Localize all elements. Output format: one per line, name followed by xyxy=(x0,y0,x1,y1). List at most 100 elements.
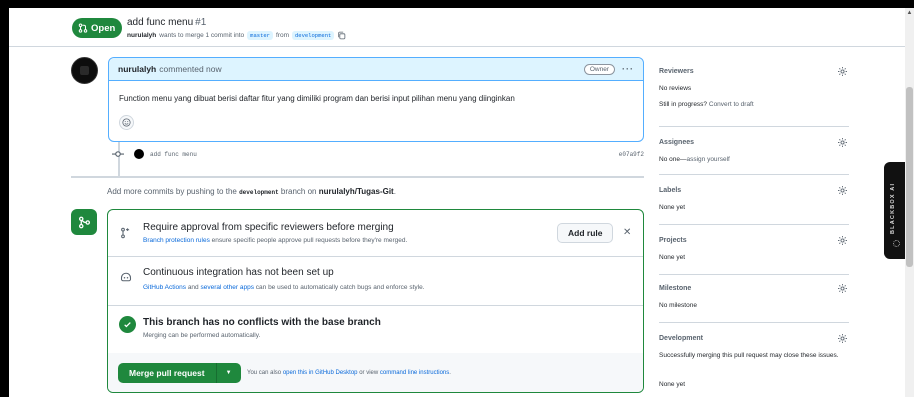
sidebar-divider xyxy=(659,126,849,127)
sidebar-labels: Labels None yet xyxy=(659,185,849,227)
footer-prefix: You can also xyxy=(247,370,282,376)
base-branch-label[interactable]: master xyxy=(247,31,273,40)
projects-value: None yet xyxy=(659,254,686,261)
other-apps-link[interactable]: several other apps xyxy=(200,284,253,291)
milestone-value: No milestone xyxy=(659,302,697,309)
pr-comment: nurulalyh commented now Owner ··· Functi… xyxy=(108,57,644,142)
footer-suffix: . xyxy=(449,370,451,376)
sidebar-divider xyxy=(659,274,849,275)
push-note-suffix: . xyxy=(393,187,396,196)
pr-author-link[interactable]: nurulalyh xyxy=(127,32,156,39)
pr-subtitle: nurulalyh wants to merge 1 commit into m… xyxy=(127,31,346,40)
branch-protection-icon xyxy=(121,227,130,239)
commit-row: add func menu e07a9f2 xyxy=(112,147,644,161)
push-note-middle: branch on xyxy=(280,187,317,196)
conflict-title: This branch has no conflicts with the ba… xyxy=(143,317,381,328)
sidebar-reviewers: Reviewers No reviews Still in progress? … xyxy=(659,66,849,128)
scrollbar-thumb[interactable] xyxy=(906,87,913,267)
avatar[interactable] xyxy=(71,57,98,84)
from-text: from xyxy=(275,32,289,39)
footer-or: or view xyxy=(359,370,379,376)
draft-note: Still in progress? Convert to draft xyxy=(659,99,754,110)
pr-title: add func menu #1 xyxy=(127,17,206,28)
development-value: Successfully merging this pull request m… xyxy=(659,352,839,359)
gear-icon[interactable] xyxy=(837,283,848,294)
branch-protection-link[interactable]: Branch protection rules xyxy=(143,237,210,244)
approval-desc: Branch protection rules ensure specific … xyxy=(143,237,407,244)
scroll-up-icon[interactable]: ▲ xyxy=(906,10,913,16)
development-value-2: None yet xyxy=(659,381,686,388)
sidebar-milestone: Milestone No milestone xyxy=(659,283,849,325)
reviewers-value: No reviews xyxy=(659,85,692,92)
merge-dropdown-icon[interactable]: ▼ xyxy=(217,363,241,383)
add-reaction-button[interactable] xyxy=(119,115,134,130)
draft-note-prefix: Still in progress? xyxy=(659,101,708,108)
git-commit-icon xyxy=(112,151,124,157)
sidebar-divider xyxy=(659,174,849,175)
development-label[interactable]: Development xyxy=(659,335,703,342)
commit-sha[interactable]: e07a9f2 xyxy=(619,151,644,158)
assignees-prefix: No one— xyxy=(659,156,687,163)
gear-icon[interactable] xyxy=(837,333,848,344)
ci-section: Continuous integration has not been set … xyxy=(108,257,643,306)
add-rule-button[interactable]: Add rule xyxy=(557,223,614,243)
owner-badge: Owner xyxy=(583,63,615,75)
sidebar-projects: Projects None yet xyxy=(659,235,849,277)
sidebar-development: Development Successfully merging this pu… xyxy=(659,333,849,395)
assignees-label[interactable]: Assignees xyxy=(659,139,694,146)
projects-label[interactable]: Projects xyxy=(659,237,687,244)
conflict-section: This branch has no conflicts with the ba… xyxy=(108,306,643,353)
approval-title: Require approval from specific reviewers… xyxy=(143,222,394,233)
repo-link[interactable]: nurulalyh/Tugas-Git xyxy=(319,187,394,196)
milestone-label[interactable]: Milestone xyxy=(659,285,691,292)
approval-section: Require approval from specific reviewers… xyxy=(108,210,643,257)
close-icon[interactable]: ✕ xyxy=(623,227,631,238)
reviewers-label[interactable]: Reviewers xyxy=(659,68,694,75)
header-divider xyxy=(9,46,905,47)
labels-label[interactable]: Labels xyxy=(659,187,681,194)
merge-pull-request-button[interactable]: Merge pull request xyxy=(118,363,217,383)
merge-button-group: Merge pull request ▼ xyxy=(118,363,241,383)
gear-icon[interactable] xyxy=(837,185,848,196)
labels-value: None yet xyxy=(659,204,686,211)
approval-desc-text: ensure specific people approve pull requ… xyxy=(211,237,408,244)
commit-message[interactable]: add func menu xyxy=(150,151,197,158)
comment-action[interactable]: commented now xyxy=(159,64,221,74)
assign-yourself-link[interactable]: assign yourself xyxy=(686,156,729,163)
assignees-value: No one—assign yourself xyxy=(659,154,730,165)
merge-box: Require approval from specific reviewers… xyxy=(107,209,644,393)
timeline-divider xyxy=(71,176,644,178)
ci-and: and xyxy=(187,284,199,291)
head-branch-label[interactable]: development xyxy=(291,31,335,40)
sidebar-assignees: Assignees No one—assign yourself xyxy=(659,137,849,179)
convert-to-draft-link[interactable]: Convert to draft xyxy=(709,101,754,108)
pull-request-icon xyxy=(78,23,88,33)
more-options-icon[interactable]: ··· xyxy=(622,64,634,74)
gear-icon[interactable] xyxy=(837,235,848,246)
comment-author[interactable]: nurulalyh xyxy=(118,64,156,74)
gear-icon[interactable] xyxy=(837,137,848,148)
merge-status-icon xyxy=(71,209,97,235)
comment-body: Function menu yang dibuat berisi daftar … xyxy=(119,94,515,103)
ci-desc-text: can be used to automatically catch bugs … xyxy=(255,284,425,291)
footer-note: You can also open this in GitHub Desktop… xyxy=(247,370,451,376)
conflict-desc: Merging can be performed automatically. xyxy=(143,332,261,339)
comment-header: nurulalyh commented now Owner ··· xyxy=(109,58,643,81)
pr-state-badge: Open xyxy=(72,18,123,38)
blackbox-logo-icon xyxy=(893,240,900,247)
pr-state-label: Open xyxy=(91,22,116,34)
blackbox-ai-label: BLACKBOX AI xyxy=(890,182,896,234)
github-actions-link[interactable]: GitHub Actions xyxy=(143,284,186,291)
gear-icon[interactable] xyxy=(837,66,848,77)
pr-title-text: add func menu xyxy=(127,17,194,28)
push-note: Add more commits by pushing to the devel… xyxy=(107,187,396,196)
ci-desc: GitHub Actions and several other apps ca… xyxy=(143,284,425,291)
copilot-icon xyxy=(120,272,132,282)
pr-number: #1 xyxy=(195,17,207,28)
copy-icon[interactable] xyxy=(337,31,346,40)
github-desktop-link[interactable]: open this in GitHub Desktop xyxy=(283,370,358,376)
sidebar-divider xyxy=(659,322,849,323)
commit-avatar[interactable] xyxy=(134,149,144,159)
command-line-link[interactable]: command line instructions xyxy=(380,370,449,376)
merge-text: wants to merge 1 commit into xyxy=(159,32,245,39)
